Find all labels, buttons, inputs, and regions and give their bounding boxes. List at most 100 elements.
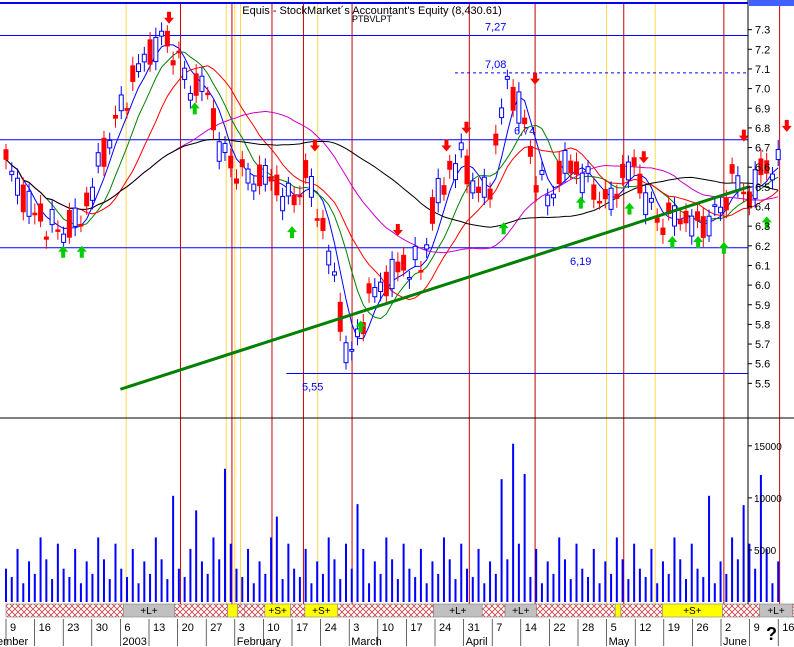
signal-band-segment (337, 603, 434, 618)
volume-bar (126, 577, 129, 602)
volume-bar (160, 559, 163, 602)
volume-bar (771, 583, 774, 602)
signal-band-segment (244, 603, 266, 618)
volume-bar (402, 543, 405, 602)
volume-bar (373, 561, 376, 602)
price-tick-label: 6.0 (755, 280, 770, 292)
price-tick-label: 6.9 (755, 103, 770, 115)
help-question-mark[interactable]: ? (766, 624, 777, 644)
volume-bar (621, 559, 624, 602)
volume-bar (131, 548, 134, 602)
month-label: April (466, 636, 488, 647)
volume-bar (114, 543, 117, 602)
volume-bar (108, 579, 111, 602)
volume-bar (327, 537, 330, 602)
volume-bar (748, 543, 751, 602)
volume-bar (62, 568, 65, 602)
volume-bar (316, 561, 319, 602)
volume-bar (287, 543, 290, 602)
signal-band-segment (227, 603, 238, 618)
volume-bar (206, 573, 209, 602)
price-tick-label: 6.6 (755, 162, 770, 174)
volume-bar (592, 548, 595, 602)
date-tick-label: 3 (353, 622, 359, 634)
date-tick-label: 28 (582, 622, 594, 634)
signal-band-label: +L+ (767, 606, 784, 617)
volume-bar (684, 579, 687, 602)
volume-bar (679, 559, 682, 602)
level-label: 7,27 (485, 22, 506, 34)
volume-bar (270, 537, 273, 602)
volume-bar (172, 495, 175, 602)
volume-bar (223, 468, 226, 602)
signal-band-segment (536, 603, 616, 618)
level-label: 5,55 (302, 382, 323, 394)
month-label: ember (0, 636, 29, 647)
volume-bar (523, 473, 526, 602)
volume-bar (391, 559, 394, 602)
volume-bar (5, 568, 7, 602)
price-tick-label: 5.5 (755, 378, 770, 390)
volume-tick-label: 5000 (754, 546, 777, 557)
volume-bar (777, 561, 780, 602)
price-tick-label: 6.1 (755, 260, 770, 272)
volume-bar (540, 583, 543, 602)
signal-band-segment (722, 603, 760, 618)
date-tick-label: 22 (553, 622, 565, 634)
price-tick-label: 7.1 (755, 64, 770, 76)
volume-bar (627, 579, 630, 602)
volume-bar (661, 561, 664, 602)
month-label: May (609, 636, 630, 647)
price-tick-label: 7.3 (755, 25, 770, 37)
volume-bar (708, 495, 711, 602)
volume-bar (454, 579, 457, 602)
volume-bar (91, 573, 94, 602)
volume-bar (587, 577, 590, 602)
signal-band-label: +S+ (683, 606, 702, 617)
volume-bar (321, 573, 324, 602)
volume-bar (425, 583, 428, 602)
volume-bar (368, 583, 371, 602)
price-tick-label: 6.7 (755, 143, 770, 155)
level-label: 6,19 (570, 256, 591, 268)
date-tick-label: 23 (67, 622, 79, 634)
volume-bar (45, 559, 48, 602)
date-tick-label: 17 (410, 622, 422, 634)
date-tick-label: 2 (725, 622, 731, 634)
volume-bar (604, 561, 607, 602)
signal-band-segment (481, 603, 506, 618)
volume-bar (638, 568, 641, 602)
date-tick-label: 20 (182, 622, 194, 634)
date-tick-label: 19 (668, 622, 680, 634)
stock-chart: 7,277,086,746,195,55 +L+ +S+ +S+ +L+ +L+ +S+ +… (0, 0, 794, 647)
volume-bar (154, 537, 157, 602)
signal-band-label: +L+ (140, 606, 157, 617)
date-tick-label: 10 (382, 622, 394, 634)
volume-bar (569, 579, 572, 602)
volume-bar (16, 548, 19, 602)
volume-bar (460, 543, 463, 602)
volume-bar (356, 504, 359, 602)
date-tick-label: 12 (639, 622, 651, 634)
price-tick-label: 7.2 (755, 44, 770, 56)
volume-bar (350, 568, 353, 602)
volume-bar (546, 561, 549, 602)
date-tick-label: 5 (611, 622, 617, 634)
volume-bar (512, 443, 515, 602)
volume-bar (489, 561, 492, 602)
volume-bar (379, 573, 382, 602)
volume-bar (408, 568, 411, 602)
volume-bar (212, 537, 215, 602)
volume-bar (713, 583, 716, 602)
date-tick-label: 13 (153, 622, 165, 634)
volume-bar (235, 568, 238, 602)
month-label: March (351, 636, 382, 647)
volume-bar (28, 561, 31, 602)
month-label: February (237, 636, 282, 647)
signal-band-segment (237, 603, 246, 618)
volume-bar (477, 548, 480, 602)
volume-bar (437, 573, 440, 602)
volume-bar (494, 573, 497, 602)
level-label: 7,08 (485, 59, 506, 71)
volume-bar (97, 537, 100, 602)
